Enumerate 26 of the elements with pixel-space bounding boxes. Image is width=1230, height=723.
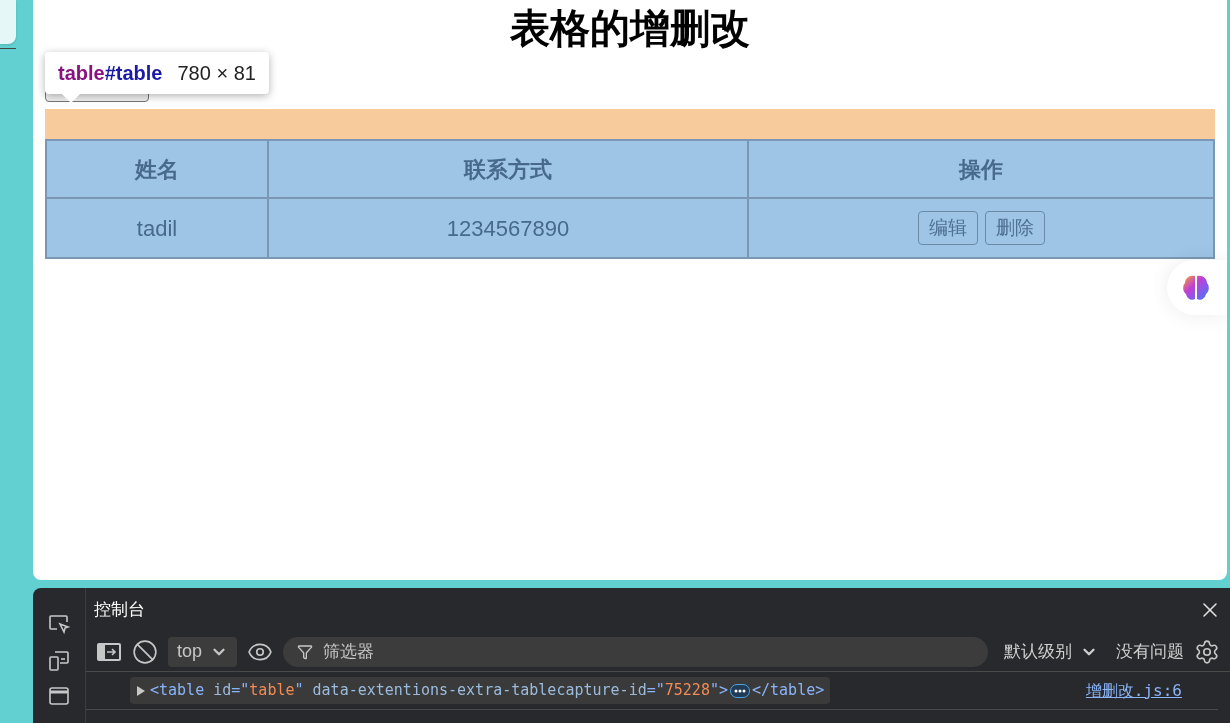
code-token: "> [709, 680, 728, 702]
table-cell: 1234567890 [268, 198, 748, 258]
code-token: table [249, 680, 295, 702]
issues-status[interactable]: 没有问题 [1116, 638, 1184, 665]
table-cell: tadil [46, 198, 268, 258]
console-tab[interactable]: 控制台 [94, 597, 145, 623]
code-token: =" [231, 680, 250, 702]
code-token: < [150, 680, 160, 702]
code-token: id [212, 680, 232, 702]
code-token: =" [646, 680, 665, 702]
context-dropdown[interactable]: top [168, 636, 238, 667]
code-token: table [159, 680, 205, 702]
column-header: 联系方式 [268, 140, 748, 198]
filter-field[interactable]: 筛选器 [283, 636, 988, 667]
element-selector: table#table [58, 61, 163, 86]
code-token: </table> [752, 680, 825, 702]
source-link[interactable]: 增删改.js:6 [1085, 678, 1182, 703]
page-title: 表格的增删改 [509, 5, 751, 52]
log-level-dropdown[interactable]: 默认级别 [1004, 638, 1098, 665]
code-token: 75228 [664, 680, 710, 702]
element-size: 780 × 81 [177, 61, 256, 86]
code-token: " [294, 680, 304, 702]
column-header: 操作 [748, 140, 1214, 198]
log-entry[interactable]: <table id="table" data-extentions-extra-tablecapture-id="75228"> </table> [130, 677, 831, 704]
code-token: data-extentions-extra-tablecapture-id [311, 680, 647, 702]
column-header: 姓名 [46, 140, 268, 198]
